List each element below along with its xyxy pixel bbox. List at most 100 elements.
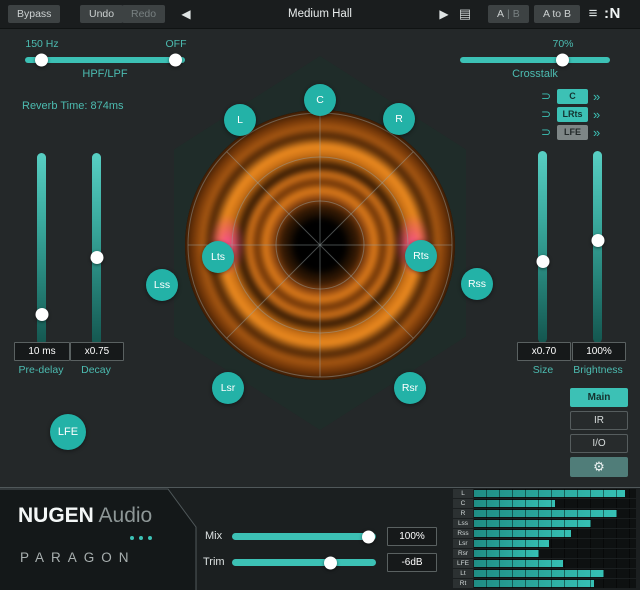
- brightness-value[interactable]: 100%: [572, 342, 626, 361]
- meter-channel-label: LFE: [453, 559, 473, 568]
- nugen-n-logo: :N: [604, 0, 621, 28]
- channel-node-lss[interactable]: Lss: [146, 269, 178, 301]
- decay-slider[interactable]: [92, 153, 101, 345]
- size-handle[interactable]: [536, 255, 549, 268]
- meter-channel-label: Rsr: [453, 549, 473, 558]
- hpf-value-label: 150 Hz: [12, 38, 72, 50]
- channel-node-r[interactable]: R: [383, 103, 415, 135]
- main-view-button[interactable]: Main: [570, 388, 628, 407]
- meter-track: [474, 529, 636, 538]
- ab-compare-button[interactable]: A|B: [488, 5, 529, 23]
- channel-node-l[interactable]: L: [224, 104, 256, 136]
- mix-slider[interactable]: [232, 533, 376, 540]
- size-value[interactable]: x0.70: [517, 342, 571, 361]
- channel-node-lfe[interactable]: LFE: [50, 414, 86, 450]
- ab-b-label: B: [513, 8, 520, 20]
- meter-track: [474, 569, 636, 578]
- hpf-lpf-slider[interactable]: [25, 57, 185, 63]
- ir-view-button[interactable]: IR: [570, 411, 628, 430]
- a-to-b-button[interactable]: A to B: [534, 5, 580, 23]
- routing-in-icon[interactable]: ⊃: [538, 107, 554, 121]
- channel-node-lsr[interactable]: Lsr: [212, 372, 244, 404]
- lpf-handle[interactable]: [169, 54, 182, 67]
- trim-value[interactable]: -6dB: [387, 553, 437, 572]
- mix-handle[interactable]: [362, 530, 375, 543]
- brightness-handle[interactable]: [591, 234, 604, 247]
- meter-bar: [474, 510, 617, 517]
- meter-channel-label: R: [453, 509, 473, 518]
- meter-row: Lsr: [453, 539, 636, 548]
- meter-bar: [474, 550, 539, 557]
- brand-nugen: NUGEN: [18, 504, 94, 527]
- pre-delay-handle[interactable]: [35, 308, 48, 321]
- meter-bar: [474, 580, 594, 587]
- meter-track: [474, 489, 636, 498]
- meter-row: Rss: [453, 529, 636, 538]
- mix-label: Mix: [205, 530, 222, 542]
- io-view-button[interactable]: I/O: [570, 434, 628, 453]
- meter-track: [474, 579, 636, 588]
- brightness-slider[interactable]: [593, 151, 602, 343]
- pre-delay-value[interactable]: 10 ms: [14, 342, 70, 361]
- meter-track: [474, 499, 636, 508]
- trim-handle[interactable]: [324, 556, 337, 569]
- meter-bar: [474, 570, 604, 577]
- ab-divider: |: [504, 8, 513, 20]
- channel-node-lts[interactable]: Lts: [202, 241, 234, 273]
- decay-handle[interactable]: [90, 251, 103, 264]
- menu-icon[interactable]: ≡: [584, 0, 602, 28]
- routing-lrts-button[interactable]: LRts: [557, 107, 588, 122]
- redo-button[interactable]: Redo: [122, 5, 165, 23]
- settings-gear-button[interactable]: ⚙: [570, 457, 628, 477]
- trim-label: Trim: [203, 556, 225, 568]
- brand-logo: NUGEN Audio: [18, 504, 152, 528]
- previous-preset-icon[interactable]: ◀: [176, 0, 196, 28]
- hpf-handle[interactable]: [35, 54, 48, 67]
- meter-bar: [474, 560, 563, 567]
- preset-name[interactable]: Medium Hall: [230, 0, 410, 28]
- channel-node-rts[interactable]: Rts: [405, 240, 437, 272]
- meter-channel-label: Rss: [453, 529, 473, 538]
- undo-button[interactable]: Undo: [80, 5, 123, 23]
- routing-out-icon[interactable]: »: [593, 107, 611, 122]
- meter-bar: [474, 530, 571, 537]
- meter-row: LFE: [453, 559, 636, 568]
- crosstalk-slider[interactable]: [460, 57, 610, 63]
- brightness-label: Brightness: [558, 364, 638, 376]
- routing-out-icon[interactable]: »: [593, 125, 611, 140]
- trim-slider[interactable]: [232, 559, 376, 566]
- size-slider[interactable]: [538, 151, 547, 343]
- meter-row: Lss: [453, 519, 636, 528]
- crosstalk-handle[interactable]: [556, 54, 569, 67]
- routing-in-icon[interactable]: ⊃: [538, 89, 554, 103]
- meter-channel-label: L: [453, 489, 473, 498]
- ab-a-label: A: [497, 8, 504, 20]
- channel-node-c[interactable]: C: [304, 84, 336, 116]
- channel-node-rsr[interactable]: Rsr: [394, 372, 426, 404]
- meter-channel-label: C: [453, 499, 473, 508]
- mix-value[interactable]: 100%: [387, 527, 437, 546]
- meter-track: [474, 559, 636, 568]
- decay-label: Decay: [56, 364, 136, 376]
- preset-list-icon[interactable]: ▤: [456, 0, 474, 28]
- bypass-button[interactable]: Bypass: [8, 5, 60, 23]
- paragon-plugin-window: Bypass Undo Redo ◀ Medium Hall ▶ ▤ A|B A…: [0, 0, 640, 590]
- pre-delay-slider[interactable]: [37, 153, 46, 345]
- meter-channel-label: Lsr: [453, 539, 473, 548]
- decay-value[interactable]: x0.75: [70, 342, 124, 361]
- meter-row: R: [453, 509, 636, 518]
- routing-c-button[interactable]: C: [557, 89, 588, 104]
- topbar: Bypass Undo Redo ◀ Medium Hall ▶ ▤ A|B A…: [0, 0, 640, 29]
- meter-bar: [474, 540, 549, 547]
- routing-lfe-button[interactable]: LFE: [557, 125, 588, 140]
- next-preset-icon[interactable]: ▶: [434, 0, 454, 28]
- routing-out-icon[interactable]: »: [593, 89, 611, 104]
- meter-row: Rt: [453, 579, 636, 588]
- meter-track: [474, 519, 636, 528]
- meter-row: C: [453, 499, 636, 508]
- lpf-value-label: OFF: [146, 38, 206, 50]
- product-name: PARAGON: [20, 550, 136, 565]
- routing-in-icon[interactable]: ⊃: [538, 125, 554, 139]
- channel-node-rss[interactable]: Rss: [461, 268, 493, 300]
- brand-dots: [130, 536, 152, 540]
